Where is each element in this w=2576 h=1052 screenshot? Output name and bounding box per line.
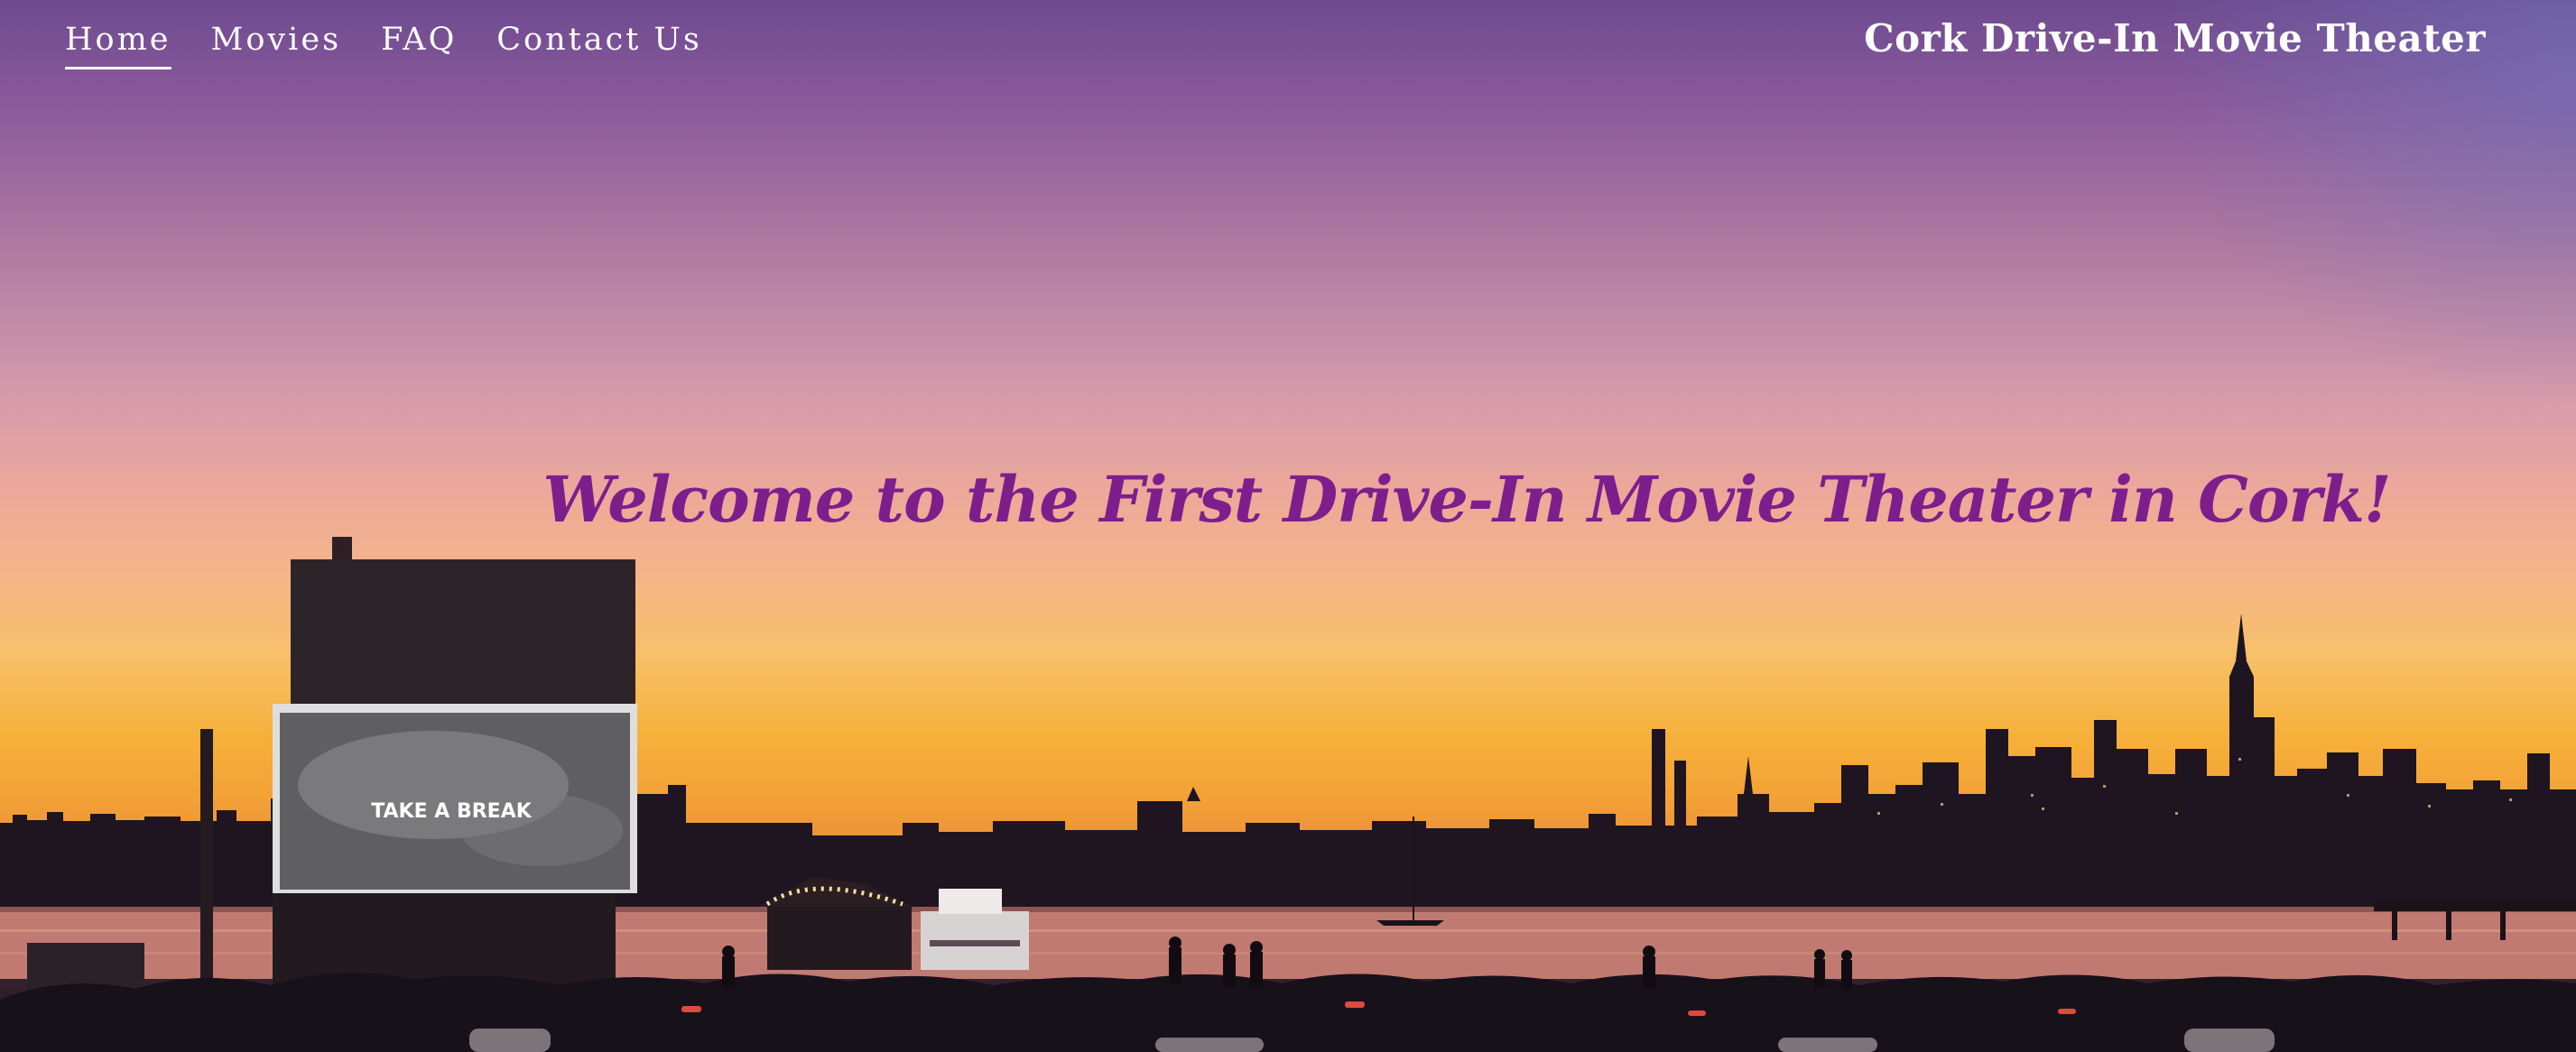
nav-home-link[interactable]: Home [65,20,171,69]
billboard-screen-text: TAKE A BREAK [371,800,533,823]
site-title[interactable]: Cork Drive-In Movie Theater [1864,16,2486,60]
main-nav: Home Movies FAQ Contact Us [65,20,702,69]
hero-headline: Welcome to the First Drive-In Movie Thea… [542,462,2391,537]
nav-movies-link[interactable]: Movies [211,20,342,69]
nav-contact-link[interactable]: Contact Us [496,20,702,69]
nav-faq-link[interactable]: FAQ [381,20,457,69]
